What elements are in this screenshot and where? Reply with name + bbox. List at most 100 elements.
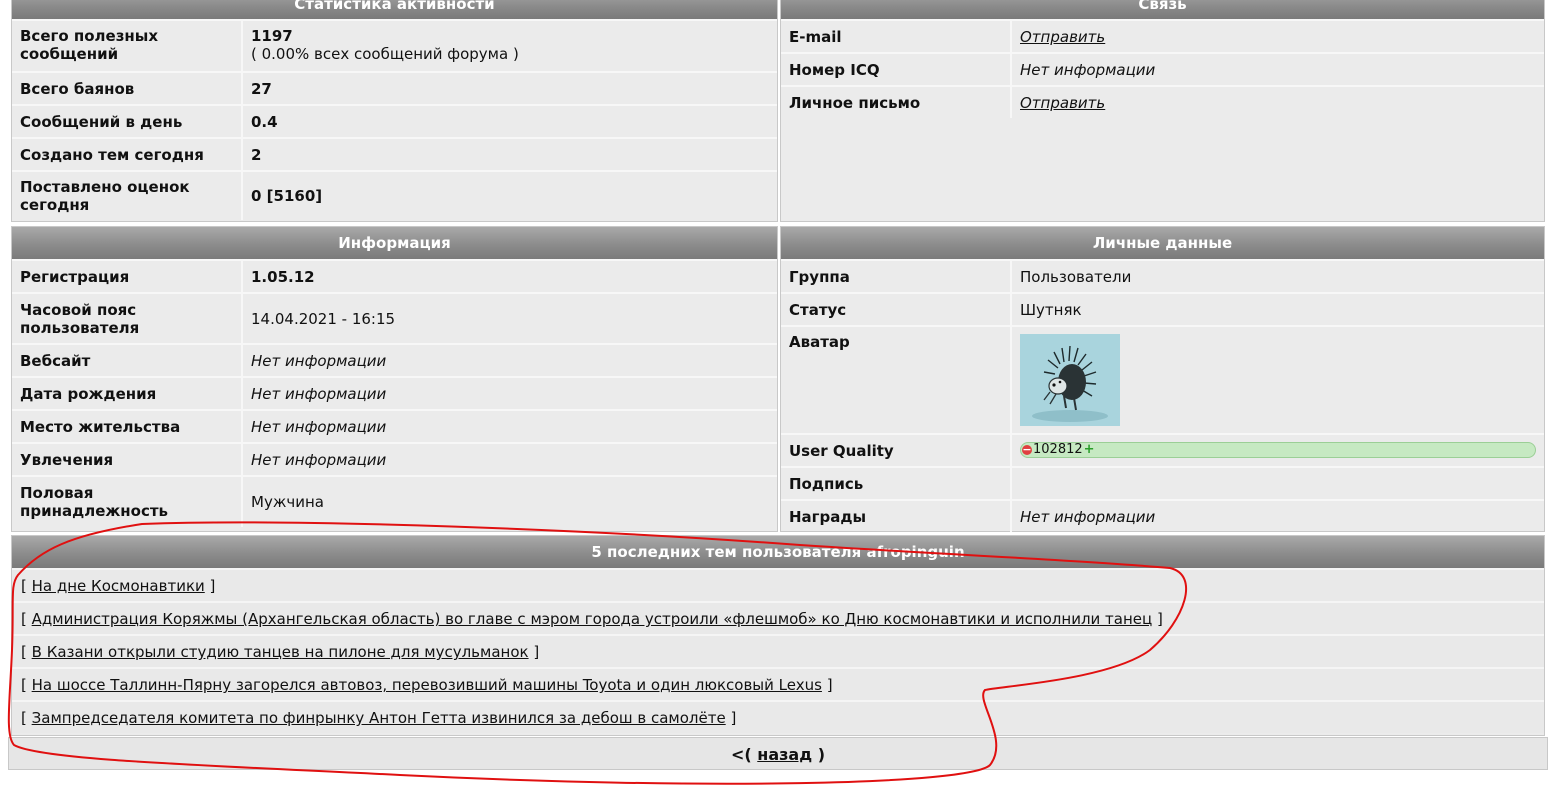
info-panel: Информация Регистрация 1.05.12 Часовой п…: [11, 226, 778, 532]
stat-row-useful-posts: Всего полезных сообщений 1197 ( 0.00% вс…: [12, 19, 777, 71]
personal-row-avatar: Аватар: [781, 325, 1544, 433]
bracket: [: [21, 709, 27, 727]
stat-label: Всего полезных сообщений: [20, 27, 159, 63]
topic-item: [ На дне Космонавтики ]: [12, 568, 1544, 601]
personal-panel: Личные данные Группа Пользователи Статус…: [780, 226, 1545, 532]
stat-row-topics-today: Создано тем сегодня 2: [12, 137, 777, 170]
personal-value: Шутняк: [1010, 294, 1544, 325]
info-row-gender: Половая принадлежность Мужчина: [12, 475, 777, 527]
user-quality-score: 102812: [1033, 442, 1083, 457]
info-value: Нет информации: [241, 345, 777, 376]
info-header: Информация: [12, 227, 777, 259]
contact-value: Отправить: [1010, 87, 1544, 118]
personal-row-user-quality: User Quality − 102812 +: [781, 433, 1544, 466]
rate-up-icon[interactable]: +: [1084, 443, 1095, 457]
topic-link[interactable]: На шоссе Таллинн-Пярну загорелся автовоз…: [32, 676, 822, 694]
info-row-website: Вебсайт Нет информации: [12, 343, 777, 376]
info-value: 14.04.2021 - 16:15: [241, 294, 777, 343]
bracket: ]: [1157, 610, 1163, 628]
personal-label: Подпись: [789, 474, 864, 493]
info-row-birthday: Дата рождения Нет информации: [12, 376, 777, 409]
birthday-value: Нет информации: [251, 384, 387, 403]
bracket: [: [21, 577, 27, 595]
registration-date: 1.05.12: [251, 267, 315, 286]
posts-per-day: 0.4: [251, 112, 278, 131]
personal-value: Пользователи: [1010, 261, 1544, 292]
topic-item: [ Зампредседателя комитета по финрынку А…: [12, 700, 1544, 733]
personal-value: [1010, 327, 1544, 433]
personal-value: − 102812 +: [1010, 435, 1544, 466]
topics-today: 2: [251, 145, 262, 164]
info-value: Нет информации: [241, 444, 777, 475]
stat-label: Поставлено оценок сегодня: [20, 178, 190, 214]
personal-row-awards: Награды Нет информации: [781, 499, 1544, 532]
info-label: Увлечения: [20, 450, 114, 469]
contact-label: Номер ICQ: [789, 60, 880, 79]
contact-header: Связь: [781, 0, 1544, 19]
awards-value: Нет информации: [1020, 507, 1156, 526]
contact-row-email: E-mail Отправить: [781, 19, 1544, 52]
interests-value: Нет информации: [251, 450, 387, 469]
bracket: [: [21, 676, 27, 694]
info-label: Половая принадлежность: [20, 484, 169, 520]
contact-panel: Связь E-mail Отправить Номер ICQ Нет инф…: [780, 0, 1545, 222]
personal-label: User Quality: [789, 441, 894, 460]
avatar: [1020, 334, 1120, 426]
info-row-registration: Регистрация 1.05.12: [12, 259, 777, 292]
bayans-count: 27: [251, 79, 272, 98]
topic-link[interactable]: Администрация Коряжмы (Архангельская обл…: [32, 610, 1153, 628]
contact-row-pm: Личное письмо Отправить: [781, 85, 1544, 118]
bracket: ]: [826, 676, 833, 694]
stat-value: 2: [241, 139, 777, 170]
personal-row-status: Статус Шутняк: [781, 292, 1544, 325]
topic-item: [ Администрация Коряжмы (Архангельская о…: [12, 601, 1544, 634]
info-row-timezone: Часовой пояс пользователя 14.04.2021 - 1…: [12, 292, 777, 343]
personal-label: Группа: [789, 267, 850, 286]
info-label: Вебсайт: [20, 351, 91, 370]
last-topics-panel: 5 последних тем пользователя afropinguin…: [11, 535, 1545, 736]
activity-stats-header: Статистика активности: [12, 0, 777, 19]
back-bar: <( назад ): [8, 737, 1548, 770]
hedgehog-icon: [1020, 334, 1120, 426]
topic-link[interactable]: Зампредседателя комитета по финрынку Ант…: [32, 709, 726, 727]
personal-row-group: Группа Пользователи: [781, 259, 1544, 292]
stat-row-bayans: Всего баянов 27: [12, 71, 777, 104]
info-value: Мужчина: [241, 477, 777, 527]
info-row-interests: Увлечения Нет информации: [12, 442, 777, 475]
rate-down-icon[interactable]: −: [1022, 444, 1032, 455]
contact-value: Отправить: [1010, 21, 1544, 52]
personal-value: [1010, 468, 1544, 499]
icq-value: Нет информации: [1020, 60, 1156, 79]
back-prefix: <(: [730, 745, 752, 764]
info-label: Дата рождения: [20, 384, 157, 403]
stat-value: 27: [241, 73, 777, 104]
useful-posts-count: 1197: [251, 27, 293, 45]
stat-label: Создано тем сегодня: [20, 145, 204, 164]
user-quality-badge: − 102812 +: [1020, 442, 1536, 458]
personal-label: Аватар: [789, 333, 850, 351]
send-pm-link[interactable]: Отправить: [1020, 94, 1536, 112]
useful-posts-share: ( 0.00% всех сообщений форума ): [251, 45, 519, 63]
info-value: Нет информации: [241, 411, 777, 442]
personal-value: Нет информации: [1010, 501, 1544, 532]
back-suffix: ): [817, 745, 826, 764]
personal-header: Личные данные: [781, 227, 1544, 259]
bracket: [: [21, 610, 27, 628]
contact-value: Нет информации: [1010, 54, 1544, 85]
bracket: [: [21, 643, 27, 661]
info-value: 1.05.12: [241, 261, 777, 292]
personal-label: Награды: [789, 507, 867, 526]
topic-link[interactable]: В Казани открыли студию танцев на пилоне…: [32, 643, 529, 661]
stat-value: 0.4: [241, 106, 777, 137]
website-value: Нет информации: [251, 351, 387, 370]
last-topics-header: 5 последних тем пользователя afropinguin: [12, 536, 1544, 568]
back-link[interactable]: назад: [757, 745, 812, 764]
stat-label: Сообщений в день: [20, 112, 183, 131]
stat-value: 0 [5160]: [241, 172, 777, 220]
bracket: ]: [730, 709, 737, 727]
contact-label: Личное письмо: [789, 93, 921, 112]
topic-link[interactable]: На дне Космонавтики: [32, 577, 205, 595]
bracket: ]: [533, 643, 540, 661]
contact-label: E-mail: [789, 27, 842, 46]
send-email-link[interactable]: Отправить: [1020, 28, 1536, 46]
